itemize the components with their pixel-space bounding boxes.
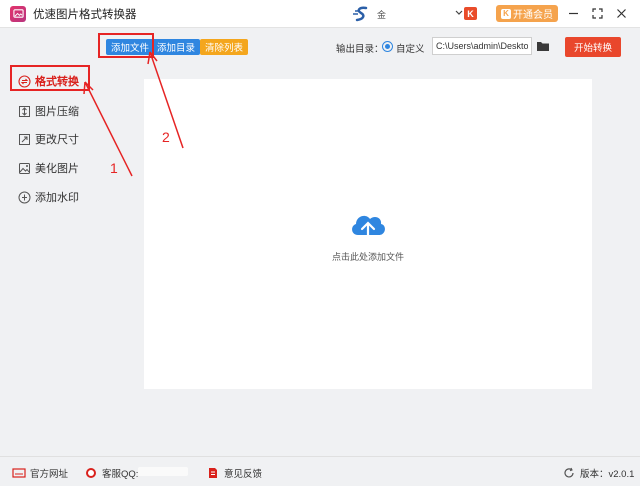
custom-radio[interactable]: [382, 41, 393, 52]
website-label: 官方网址: [30, 469, 69, 480]
vip-button[interactable]: K 开通会员: [496, 5, 558, 22]
vip-label: 开通会员: [513, 10, 553, 21]
highlight-box-add-file: [98, 33, 154, 58]
k-badge-icon[interactable]: K: [464, 7, 477, 20]
annotation-number-1: 1: [110, 160, 118, 176]
qq-label: 客服QQ:: [102, 469, 139, 480]
minimize-button[interactable]: [566, 6, 580, 20]
compress-icon: [18, 105, 31, 118]
sidebar-item-label: 图片压缩: [35, 106, 79, 118]
qq-support[interactable]: 客服QQ:: [84, 466, 138, 480]
clear-list-button[interactable]: 清除列表: [200, 39, 249, 55]
feedback-icon: [206, 467, 220, 479]
user-name[interactable]: 金: [377, 8, 386, 21]
sidebar-item-compress[interactable]: 图片压缩: [18, 103, 79, 119]
main-content: 点击此处添加文件: [96, 63, 640, 456]
sidebar-item-watermark[interactable]: 添加水印: [18, 189, 79, 205]
sidebar-item-beautify[interactable]: 美化图片: [18, 160, 79, 176]
output-path-field[interactable]: [432, 37, 532, 55]
highlight-box-sidebar: [10, 65, 90, 91]
output-dir-label: 输出目录：: [336, 44, 384, 55]
vip-icon: K: [501, 8, 511, 19]
toolbar: 添加文件 添加目录 清除列表 输出目录： 自定义 开始转换: [96, 29, 640, 63]
feedback-link[interactable]: 意见反馈: [206, 466, 262, 480]
folder-icon[interactable]: [536, 40, 550, 52]
annotation-number-2: 2: [162, 129, 170, 145]
watermark-icon: [18, 191, 31, 204]
minimize-icon: [568, 12, 578, 14]
drop-hint-text: 点击此处添加文件: [331, 252, 404, 262]
add-directory-button[interactable]: 添加目录: [152, 39, 201, 55]
close-button[interactable]: [614, 6, 628, 20]
speed-logo-icon: [353, 6, 368, 22]
sidebar-item-resize[interactable]: 更改尺寸: [18, 131, 79, 147]
website-link[interactable]: 官方网址: [12, 466, 68, 480]
sidebar-item-label: 美化图片: [35, 163, 79, 175]
close-icon: [616, 8, 626, 18]
custom-radio-label[interactable]: 自定义: [396, 41, 425, 55]
maximize-icon: [591, 7, 603, 19]
file-drop-area[interactable]: 点击此处添加文件: [144, 79, 592, 389]
version-label: 版本：v2.0.1: [580, 469, 635, 480]
start-convert-button[interactable]: 开始转换: [565, 37, 621, 57]
support-avatar-icon: [84, 467, 98, 479]
refresh-icon: [562, 467, 576, 479]
feedback-label: 意见反馈: [224, 469, 263, 480]
sidebar: 格式转换 图片压缩 更改尺寸 美化图片 添加水印: [0, 29, 96, 456]
sidebar-item-label: 更改尺寸: [35, 134, 79, 146]
beautify-icon: [18, 162, 31, 175]
app-title: 优速图片格式转换器: [33, 8, 137, 21]
maximize-button[interactable]: [590, 6, 604, 20]
title-bar: 优速图片格式转换器 金 K K 开通会员: [0, 0, 640, 28]
app-logo-icon: [10, 5, 26, 22]
cloud-upload-icon: [352, 215, 385, 243]
footer: 官方网址 客服QQ: 意见反馈 版本：v2.0.1: [0, 456, 640, 486]
sidebar-item-label: 添加水印: [35, 192, 79, 204]
resize-icon: [18, 133, 31, 146]
chevron-down-icon[interactable]: [454, 8, 464, 18]
version-info[interactable]: 版本：v2.0.1: [562, 466, 634, 480]
website-icon: [12, 467, 26, 479]
qq-number-redacted: [138, 467, 188, 476]
